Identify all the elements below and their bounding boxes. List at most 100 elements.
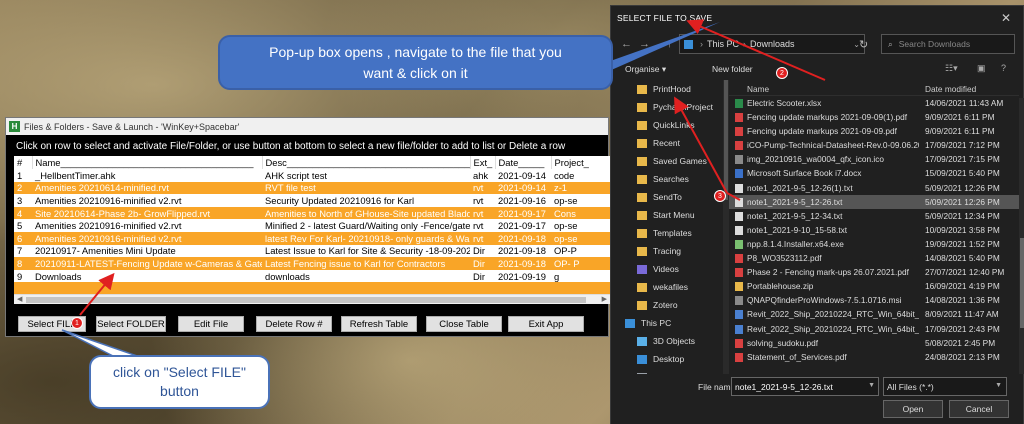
file-row[interactable]: Phase 2 - Fencing mark-ups 26.07.2021.pd…	[729, 265, 1019, 279]
dialog-nav-bar: ← → ⌄ ↑ › This PC › Downloads ⌄ ↻ ⌕ Sear…	[611, 34, 1023, 56]
file-row[interactable]: note1_2021-9-5_12-26.txt 5/09/2021 12:26 …	[729, 194, 1019, 209]
file-list-scrollbar[interactable]	[1019, 98, 1024, 374]
file-row[interactable]: note1_2021-9-5_12-26(1).txt 5/09/2021 12:…	[729, 181, 1019, 195]
nav-item-this-pc[interactable]: This PC	[611, 314, 723, 332]
table-row[interactable]: 5 Amenities 20210916-minified v2.rvt Minif…	[14, 219, 610, 232]
table-row[interactable]: 9 Downloads downloads Dir 2021-09-19 g	[14, 270, 610, 283]
file-row[interactable]: solving_sudoku.pdf 5/08/2021 2:45 PM	[729, 336, 1019, 350]
help-icon[interactable]: ?	[1001, 63, 1006, 73]
table-cell-desc: Minified 2 - latest Guard/Waiting only -…	[265, 220, 470, 232]
scrollbar-thumb[interactable]	[1020, 238, 1024, 328]
file-row[interactable]: Fencing update markups 2021-09-09(1).pdf…	[729, 110, 1019, 124]
nav-item-templates[interactable]: Templates	[611, 224, 723, 242]
delete-row-button[interactable]: Delete Row #	[256, 316, 332, 332]
table-cell-ext: rvt	[470, 206, 495, 220]
column-header: #	[14, 156, 33, 169]
edit-file-button[interactable]: Edit File	[178, 316, 244, 332]
nav-item-printhood[interactable]: PrintHood	[611, 80, 723, 98]
nav-item-label: Videos	[653, 264, 679, 274]
file-row[interactable]: note1_2021-9-5_12-34.txt 5/09/2021 12:34 …	[729, 209, 1019, 223]
table-row[interactable]: 6 Amenities 20210916-minified v2.rvt lates…	[14, 231, 610, 245]
table-row[interactable]: 4 Site 20210614-Phase 2b- GrowFlipped.rvt…	[14, 206, 610, 220]
folder-icon	[637, 228, 647, 238]
file-name-field[interactable]: note1_2021-9-5_12-26.txt ▼	[731, 377, 879, 396]
file-row[interactable]: P8_WO3523112.pdf 14/08/2021 5:40 PM	[729, 251, 1019, 265]
search-input[interactable]: ⌕ Search Downloads	[881, 34, 1015, 54]
exit-app-button[interactable]: Exit App	[508, 316, 584, 332]
chevron-down-icon[interactable]: ⌄	[655, 40, 662, 49]
file-row[interactable]: iCO-Pump-Technical-Datasheet-Rev.0-09.06…	[729, 138, 1019, 152]
breadcrumb-separator-icon: ›	[700, 39, 703, 49]
refresh-table-button[interactable]: Refresh Table	[341, 316, 417, 332]
chevron-down-icon[interactable]: ▼	[995, 382, 1002, 389]
nav-item-quicklinks[interactable]: QuickLinks	[611, 116, 723, 134]
navigation-pane: PrintHood PycharmProject QuickLinks Recent S…	[611, 80, 723, 374]
back-arrow-icon[interactable]: ←	[621, 38, 632, 50]
table-cell-name: Amenities 20210916-minified v2.rvt	[35, 194, 182, 206]
nav-item-pycharmproject[interactable]: PycharmProject	[611, 98, 723, 116]
select-folder-button[interactable]: Select FOLDER	[96, 316, 166, 332]
file-icon	[735, 282, 743, 292]
table-header-row: # Name___________________________________…	[14, 156, 610, 169]
table-cell-desc: Amenities to North of GHouse-Site update…	[262, 206, 470, 220]
breadcrumb-this-pc[interactable]: This PC	[707, 39, 739, 49]
file-row[interactable]: Statement_of_Services.pdf 24/08/2021 2:13…	[729, 350, 1019, 364]
file-row[interactable]: note1_2021-9-10_15-58.txt 10/09/2021 3:58…	[729, 223, 1019, 237]
nav-item-wekafiles[interactable]: wekafiles	[611, 278, 723, 296]
nav-item-saved-games[interactable]: Saved Games	[611, 152, 723, 170]
file-row[interactable]: Revit_2022_Ship_20210224_RTC_Win_64bit_d…	[729, 322, 1019, 336]
nav-item-desktop[interactable]: Desktop	[611, 350, 723, 368]
file-row[interactable]: Portablehouse.zip 16/09/2021 4:19 PM	[729, 279, 1019, 293]
up-arrow-icon[interactable]: ↑	[667, 38, 673, 50]
file-name: note1_2021-9-5_12-26.txt	[747, 196, 843, 207]
file-row[interactable]: Microsoft Surface Book i7.docx 15/09/2021…	[729, 166, 1019, 180]
scrollbar-thumb[interactable]	[26, 297, 586, 303]
preview-pane-icon[interactable]: ▣	[977, 63, 986, 74]
table-row[interactable]: 1 _HellbentTimer.ahk AHK script test ahk 202…	[14, 169, 610, 182]
table-cell-project: z-1	[551, 181, 610, 195]
file-row[interactable]: Fencing update markups 2021-09-09.pdf 9/0…	[729, 124, 1019, 138]
column-date-header[interactable]: Date modified	[925, 84, 976, 94]
table-horizontal-scrollbar[interactable]: ◀ ▶	[14, 294, 610, 304]
file-row[interactable]: Revit_2022_Ship_20210224_RTC_Win_64bit_d…	[729, 307, 1019, 321]
column-name-header[interactable]: Name	[747, 84, 769, 94]
table-row[interactable]: 3 Amenities 20210916-minified v2.rvt Secur…	[14, 194, 610, 207]
close-icon[interactable]: ✕	[1001, 11, 1011, 25]
nav-item-tracing[interactable]: Tracing	[611, 242, 723, 260]
nav-item-3d-objects[interactable]: 3D Objects	[611, 332, 723, 350]
address-bar[interactable]: › This PC › Downloads ⌄	[679, 34, 865, 54]
file-row[interactable]: QNAPQfinderProWindows-7.5.1.0716.msi 14/0…	[729, 293, 1019, 307]
file-row[interactable]: npp.8.1.4.Installer.x64.exe 19/09/2021 1:…	[729, 237, 1019, 251]
scroll-right-icon[interactable]: ▶	[602, 295, 607, 303]
table-cell-name: Amenities 20210614-minified.rvt	[32, 181, 262, 195]
file-row[interactable]: Electric Scooter.xlsx 14/06/2021 11:43 AM	[729, 96, 1019, 110]
breadcrumb-separator-icon: ›	[743, 39, 747, 49]
table-row[interactable]: 8 20210911-LATEST-Fencing Update w-Camera…	[14, 257, 610, 270]
scrollbar-thumb[interactable]	[724, 80, 728, 200]
cancel-button[interactable]: Cancel	[949, 400, 1009, 418]
nav-item-sendto[interactable]: SendTo	[611, 188, 723, 206]
nav-item-searches[interactable]: Searches	[611, 170, 723, 188]
nav-item-videos[interactable]: Videos	[611, 260, 723, 278]
folder-icon	[637, 300, 647, 310]
file-type-select[interactable]: All Files (*.*) ▼	[883, 377, 1007, 396]
nav-item-recent[interactable]: Recent	[611, 134, 723, 152]
new-folder-button[interactable]: New folder	[712, 64, 753, 74]
organise-menu[interactable]: Organise ▾	[625, 64, 666, 75]
open-button[interactable]: Open	[883, 400, 943, 418]
table-row-empty[interactable]	[14, 282, 610, 293]
close-table-button[interactable]: Close Table	[426, 316, 502, 332]
forward-arrow-icon[interactable]: →	[639, 38, 650, 50]
breadcrumb-downloads[interactable]: Downloads	[750, 39, 795, 49]
view-options-icon[interactable]: ☷▾	[945, 63, 958, 74]
refresh-icon[interactable]: ↻	[859, 38, 868, 51]
folder-icon	[637, 120, 647, 130]
table-row[interactable]: 2 Amenities 20210614-minified.rvt RVT file…	[14, 181, 610, 195]
nav-item-start-menu[interactable]: Start Menu	[611, 206, 723, 224]
scroll-left-icon[interactable]: ◀	[17, 295, 22, 303]
chevron-down-icon[interactable]: ▼	[868, 382, 875, 389]
table-cell-project: OP-P	[554, 245, 577, 257]
nav-item-zotero[interactable]: Zotero	[611, 296, 723, 314]
table-row[interactable]: 7 20210917- Amenities Mini Update Latest I…	[14, 245, 610, 258]
file-row[interactable]: img_20210916_wa0004_qfx_icon.ico 17/09/20…	[729, 152, 1019, 166]
